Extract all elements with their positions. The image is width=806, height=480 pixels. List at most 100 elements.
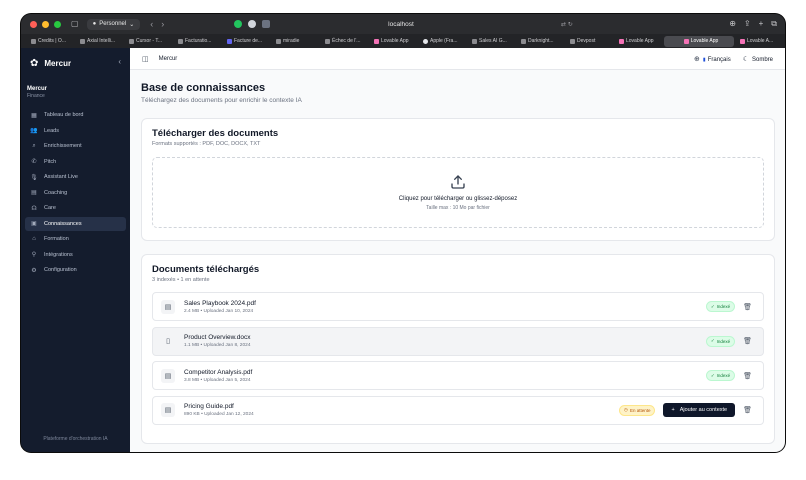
- main-content: ◫ Mercur ⊕ ▮ Français ☾ Sombre Base de conn…: [130, 48, 785, 452]
- browser-tab[interactable]: Cursor - T...: [125, 36, 172, 47]
- browser-tab[interactable]: Facture de...: [223, 36, 270, 47]
- browser-tab[interactable]: Lovable A...: [736, 36, 783, 47]
- plug-icon: ⚲: [31, 252, 37, 258]
- back-arrow-icon[interactable]: ‹: [150, 19, 153, 29]
- phone-icon: ✆: [31, 159, 37, 165]
- file-icon: ▯: [166, 338, 170, 345]
- document-row[interactable]: ▤ Sales Playbook 2024.pdf 2.4 MB • Uploa…: [152, 292, 764, 321]
- document-row[interactable]: ▯ Product Overview.docx 1.1 MB • Uploade…: [152, 326, 764, 356]
- app-root: ✿ Mercur ‹ Mercur Finance ▦ Tableau de bo…: [21, 48, 785, 452]
- mic-icon: 🎙: [30, 174, 38, 181]
- browser-tab[interactable]: miradie: [272, 36, 319, 47]
- panel-toggle-icon[interactable]: ◫: [142, 55, 149, 63]
- brand[interactable]: ✿ Mercur: [21, 48, 130, 78]
- lovable-icon: [740, 38, 745, 44]
- browser-tab[interactable]: Darknight...: [517, 36, 564, 47]
- headset-icon: ☊: [31, 205, 37, 212]
- new-tab-icon[interactable]: +: [759, 19, 764, 29]
- browser-tab-active[interactable]: Lovable App: [664, 35, 734, 47]
- breadcrumb: Mercur: [158, 55, 178, 62]
- upload-icon: [451, 175, 465, 189]
- dashboard-icon: ▦: [31, 112, 37, 119]
- check-circle-icon: ✓: [710, 303, 715, 309]
- extension-icon[interactable]: [234, 20, 243, 28]
- sidebar-item-configuration[interactable]: ⚙ Configuration: [25, 263, 126, 277]
- status-badge: ✓ Indexé: [705, 335, 736, 347]
- status-badge: ✓ Indexé: [705, 301, 736, 312]
- document-row[interactable]: ▤ Competitor Analysis.pdf 3.8 MB • Uploa…: [152, 361, 764, 390]
- document-name: Product Overview.docx: [184, 334, 251, 341]
- check-circle-icon: ✓: [710, 338, 715, 343]
- share-icon[interactable]: ⇪: [744, 19, 751, 29]
- browser-tab[interactable]: Facturatio...: [174, 36, 221, 47]
- browser-tab[interactable]: Lovable App: [370, 36, 417, 47]
- download-icon[interactable]: ⊕: [729, 19, 736, 29]
- favicon-icon: [129, 38, 134, 44]
- document-name: Competitor Analysis.pdf: [184, 368, 253, 376]
- shield-icon[interactable]: [262, 20, 271, 28]
- clock-icon: ◷: [624, 407, 628, 412]
- favicon-icon: [472, 38, 477, 44]
- upload-dropzone[interactable]: Cliquez pour télécharger ou glissez-dépo…: [152, 157, 764, 228]
- moon-icon: ☾: [742, 56, 749, 63]
- lovable-icon: [683, 38, 689, 44]
- sidebar-item-care[interactable]: ☊ Care: [25, 201, 126, 215]
- document-meta: 890 KB • Uploaded Jan 12, 2024: [184, 412, 254, 417]
- sidebar-nav: ▦ Tableau de bord 👥 Leads ⌕ Enrichissement …: [21, 108, 130, 277]
- browser-tab[interactable]: Lovable App: [615, 36, 662, 47]
- globe-icon: ⊕: [694, 56, 700, 63]
- profile-label: Personnel: [99, 21, 127, 27]
- collapse-sidebar-icon[interactable]: ‹: [118, 57, 121, 66]
- chevron-down-icon: ⌄: [129, 21, 135, 28]
- sidebar-item-connaissances[interactable]: ▣ Connaissances: [25, 216, 126, 231]
- favicon-icon: [570, 38, 575, 44]
- brand-name: Mercur: [44, 58, 72, 68]
- trash-icon[interactable]: 🗑: [743, 372, 752, 380]
- github-icon: [521, 38, 526, 44]
- trash-icon[interactable]: 🗑: [743, 406, 752, 414]
- sidebar-item-enrichissement[interactable]: ⌕ Enrichissement: [25, 139, 126, 153]
- theme-toggle[interactable]: ☾ Sombre: [743, 55, 773, 63]
- trash-icon[interactable]: 🗑: [743, 303, 752, 311]
- minimize-window-button[interactable]: [42, 20, 49, 28]
- browser-tab[interactable]: Échec de l'...: [321, 36, 368, 47]
- gear-icon: ⚙: [31, 267, 37, 274]
- extension-icon[interactable]: [248, 20, 257, 28]
- language-selector[interactable]: ⊕ ▮ Français: [694, 55, 731, 63]
- sidebar-toggle-icon[interactable]: ▢: [71, 20, 79, 28]
- browser-tab[interactable]: Apple (Fra...: [419, 36, 466, 47]
- address-bar[interactable]: localhost: [301, 21, 501, 28]
- sidebar-item-formation[interactable]: ⌂ Formation: [25, 232, 126, 246]
- sidebar-item-leads[interactable]: 👥 Leads: [25, 124, 126, 138]
- document-row[interactable]: ▤ Pricing Guide.pdf 890 KB • Uploaded Ja…: [152, 395, 764, 425]
- forward-arrow-icon[interactable]: ›: [161, 19, 164, 29]
- browser-tab[interactable]: Axial Intelli...: [76, 36, 123, 47]
- sidebar-item-integrations[interactable]: ⚲ Intégrations: [25, 248, 126, 262]
- sidebar-item-tableau-de-bord[interactable]: ▦ Tableau de bord: [25, 108, 126, 122]
- browser-tab[interactable]: Devpost: [566, 36, 613, 47]
- upload-card: Télécharger des documents Formats suppor…: [141, 118, 775, 241]
- search-icon: ⌕: [32, 142, 36, 149]
- topbar: ◫ Mercur ⊕ ▮ Français ☾ Sombre: [130, 48, 785, 70]
- document-name: Sales Playbook 2024.pdf: [184, 299, 256, 307]
- tabs-overview-icon[interactable]: ⧉: [771, 19, 777, 29]
- lovable-icon: [374, 38, 379, 44]
- file-text-icon: ▤: [161, 368, 175, 383]
- browser-tab[interactable]: Sales AI G...: [468, 36, 515, 47]
- dropzone-text: Cliquez pour télécharger ou glissez-dépo…: [398, 196, 518, 202]
- add-to-context-button[interactable]: + Ajouter au contexte: [663, 403, 736, 417]
- reload-icon[interactable]: ⇄ ↻: [561, 21, 573, 28]
- file-text-icon: ▤: [161, 299, 175, 314]
- sidebar-item-pitch[interactable]: ✆ Pitch: [25, 155, 126, 169]
- sidebar-item-coaching[interactable]: ▤ Coaching: [25, 186, 126, 200]
- profile-selector[interactable]: ● Personnel ⌄: [86, 18, 141, 30]
- maximize-window-button[interactable]: [54, 20, 61, 28]
- browser-tab[interactable]: Credits | O...: [27, 36, 74, 47]
- sidebar-footer: Plateforme d'orchestration IA: [43, 436, 108, 442]
- close-window-button[interactable]: [30, 20, 37, 28]
- trash-icon[interactable]: 🗑: [743, 337, 752, 345]
- logo-icon: ✿: [30, 57, 39, 69]
- lovable-icon: [619, 38, 624, 44]
- graduation-icon: ⌂: [32, 236, 36, 242]
- sidebar-item-assistant-live[interactable]: 🎙 Assistant Live: [25, 170, 126, 184]
